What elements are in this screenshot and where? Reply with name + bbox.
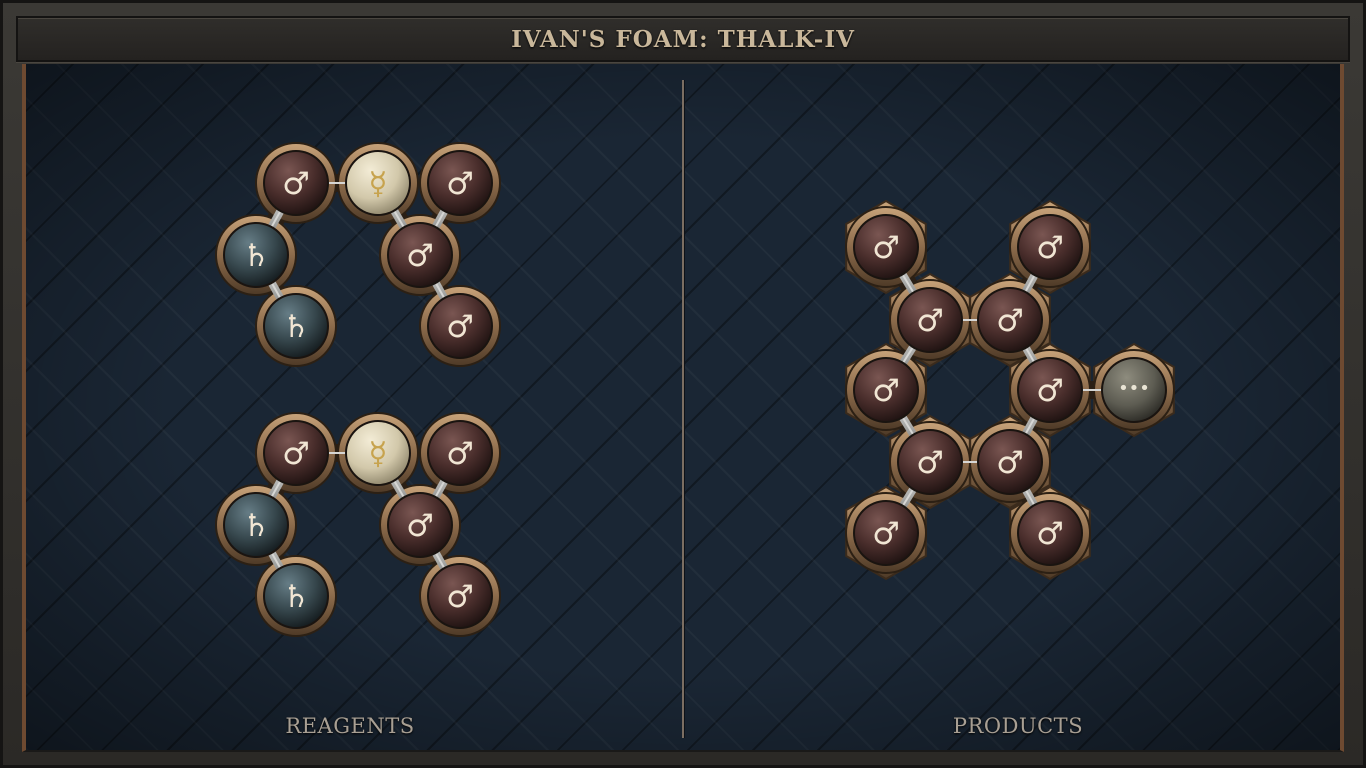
iron-glyph-icon: ♂ [406, 508, 434, 544]
iron-glyph-icon: ♂ [282, 436, 310, 472]
iron-glyph-icon: ♂ [872, 373, 900, 409]
lead-glyph-icon: ♄ [242, 238, 270, 274]
mercury-glyph-icon: ☿ [368, 166, 387, 202]
iron-glyph-icon: ♂ [446, 436, 474, 472]
mercury-glyph-icon: ☿ [368, 436, 387, 472]
iron-glyph-icon: ♂ [1036, 516, 1064, 552]
iron-glyph-icon: ♂ [446, 579, 474, 615]
iron-glyph-icon: ♂ [996, 445, 1024, 481]
lead-glyph-icon: ♄ [282, 309, 310, 345]
iron-glyph-icon: ♂ [1036, 373, 1064, 409]
reagent-molecule-1[interactable]: ♂ ☿ ♂ ♄ ♂ ♄ ♂ [215, 142, 501, 367]
iron-glyph-icon: ♂ [872, 516, 900, 552]
iron-glyph-icon: ♂ [872, 230, 900, 266]
iron-glyph-icon: ♂ [996, 303, 1024, 339]
reagents-label: REAGENTS [285, 714, 415, 738]
products-label: PRODUCTS [952, 714, 1084, 738]
iron-glyph-icon: ♂ [406, 238, 434, 274]
reagent-molecule-2[interactable]: ♂ ☿ ♂ ♄ ♂ ♄ ♂ [215, 412, 501, 637]
iron-glyph-icon: ♂ [1036, 230, 1064, 266]
iron-glyph-icon: ♂ [446, 166, 474, 202]
lead-glyph-icon: ♄ [282, 579, 310, 615]
iron-glyph-icon: ♂ [916, 445, 944, 481]
iron-glyph-icon: ♂ [916, 303, 944, 339]
molecule-canvas: ♂ ☿ ♂ ♄ ♂ ♄ ♂ ♂ ☿ ♂ ♄ ♂ ♄ ♂ ♂ ♂ ♂ ♂ ♂ ♂ ♂ ♂ ♂ ♂ ••• [215, 142, 1175, 637]
iron-glyph-icon: ♂ [282, 166, 310, 202]
lead-glyph-icon: ♄ [242, 508, 270, 544]
product-molecule[interactable]: ♂ ♂ ♂ ♂ ♂ ♂ ♂ ♂ ♂ ♂ ••• [845, 199, 1175, 581]
iron-glyph-icon: ♂ [446, 309, 474, 345]
unknown-glyph-icon: ••• [1118, 378, 1150, 399]
